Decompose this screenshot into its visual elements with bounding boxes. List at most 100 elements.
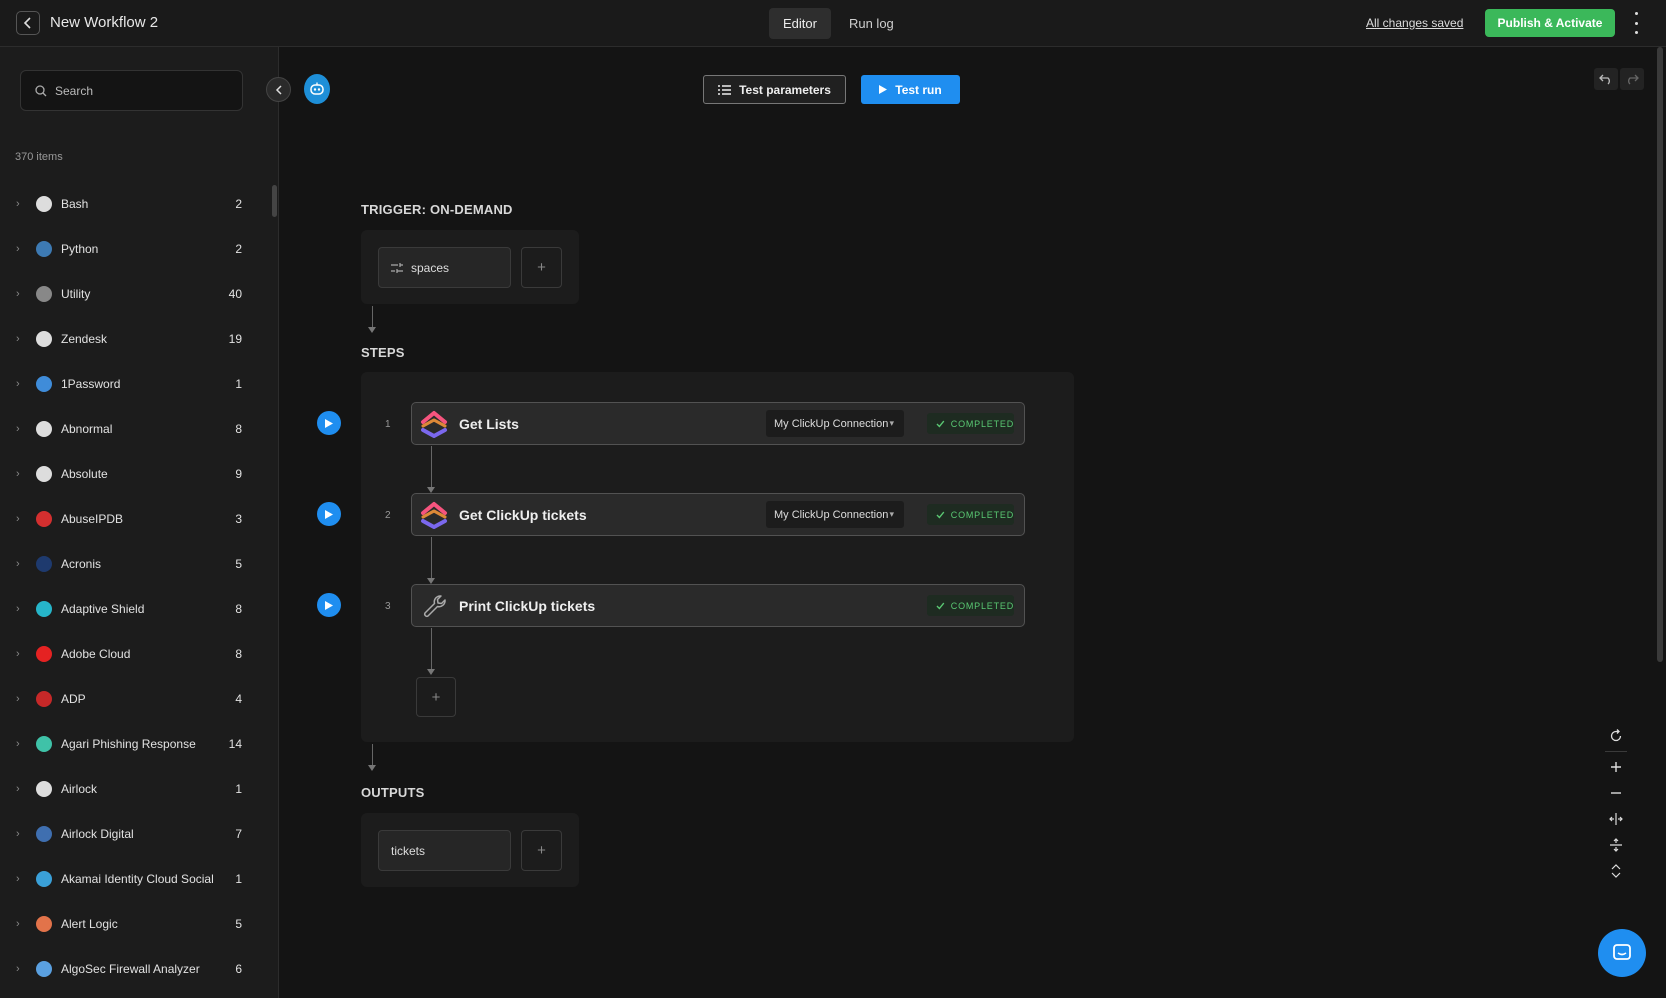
step-name: Get ClickUp tickets (459, 507, 587, 523)
sidebar-item-count: 8 (235, 601, 242, 616)
trigger-parameter-chip[interactable]: spaces (378, 247, 511, 288)
run-step-1-button[interactable] (317, 411, 341, 435)
sidebar-item[interactable]: › Absolute 9 (0, 451, 270, 496)
collapse-sidebar-button[interactable] (266, 77, 291, 102)
chevron-right-icon[interactable]: › (16, 828, 20, 840)
chevron-right-icon[interactable]: › (16, 603, 20, 615)
sidebar-item[interactable]: › Alert Logic 5 (0, 901, 270, 946)
publish-activate-button[interactable]: Publish & Activate (1485, 9, 1615, 37)
step-number: 1 (385, 419, 391, 430)
connector-arrow-icon (368, 765, 376, 771)
sidebar-item[interactable]: › Adaptive Shield 8 (0, 586, 270, 631)
chevron-right-icon[interactable]: › (16, 198, 20, 210)
chevron-right-icon[interactable]: › (16, 288, 20, 300)
zoom-out-icon[interactable] (1603, 780, 1628, 806)
item-count: 370 items (15, 151, 63, 163)
output-parameter-chip[interactable]: tickets (378, 830, 511, 871)
sidebar-item-label: 1Password (61, 376, 121, 391)
chevron-right-icon[interactable]: › (16, 378, 20, 390)
play-icon (325, 418, 333, 428)
chat-support-button[interactable] (1598, 929, 1646, 977)
chevron-right-icon[interactable]: › (16, 513, 20, 525)
tab-run-log[interactable]: Run log (835, 8, 908, 39)
workflow-title[interactable]: New Workflow 2 (50, 14, 158, 31)
connection-dropdown[interactable]: My ClickUp Connection ▾ (766, 501, 904, 528)
chevron-right-icon[interactable]: › (16, 243, 20, 255)
sidebar-item[interactable]: › Airlock Digital 7 (0, 811, 270, 856)
outputs-panel: tickets + (361, 813, 579, 887)
sidebar-item-label: Airlock Digital (61, 826, 134, 841)
chevron-right-icon[interactable]: › (16, 333, 20, 345)
chevron-right-icon[interactable]: › (16, 423, 20, 435)
fit-width-icon[interactable] (1603, 806, 1628, 832)
step-name: Print ClickUp tickets (459, 598, 596, 614)
sidebar-item[interactable]: › 1Password 1 (0, 361, 270, 406)
ai-assistant-button[interactable] (304, 74, 330, 104)
save-status-link[interactable]: All changes saved (1366, 16, 1463, 30)
sidebar-item[interactable]: › AbuseIPDB 3 (0, 496, 270, 541)
sidebar-scrollbar[interactable] (272, 185, 277, 217)
sidebar-item[interactable]: › Agari Phishing Response 14 (0, 721, 270, 766)
chevron-right-icon[interactable]: › (16, 918, 20, 930)
clickup-icon (421, 502, 447, 529)
sidebar-item-count: 8 (235, 421, 242, 436)
chevron-right-icon[interactable]: › (16, 738, 20, 750)
sidebar-item[interactable]: › ADP 4 (0, 676, 270, 721)
step-number: 3 (385, 601, 391, 612)
sidebar-item-label: Bash (61, 196, 89, 211)
expand-collapse-icon[interactable] (1603, 858, 1628, 884)
integrations-sidebar: 370 items › Bash 2 › Python 2 › Utility 40 › Zende… (0, 47, 279, 998)
sidebar-item-label: Acronis (61, 556, 102, 571)
sidebar-item[interactable]: › Bash 2 (0, 181, 270, 226)
reset-view-icon[interactable] (1603, 723, 1628, 749)
step-card-print-clickup-tickets[interactable]: Print ClickUp tickets COMPLETED (411, 584, 1025, 627)
undo-icon[interactable] (1594, 68, 1618, 90)
sidebar-item-label: Abnormal (61, 421, 113, 436)
chevron-right-icon[interactable]: › (16, 558, 20, 570)
sidebar-item[interactable]: › Adobe Cloud 8 (0, 631, 270, 676)
connection-dropdown[interactable]: My ClickUp Connection ▾ (766, 410, 904, 437)
run-step-3-button[interactable] (317, 593, 341, 617)
sidebar-item[interactable]: › Akamai Identity Cloud Social 1 (0, 856, 270, 901)
sidebar-item[interactable]: › Airlock 1 (0, 766, 270, 811)
more-options-icon[interactable] (1630, 12, 1642, 34)
chevron-right-icon[interactable]: › (16, 783, 20, 795)
check-icon (936, 420, 945, 427)
chevron-right-icon[interactable]: › (16, 873, 20, 885)
back-button[interactable] (16, 11, 40, 35)
redo-icon[interactable] (1620, 68, 1644, 90)
sidebar-item[interactable]: › Zendesk 19 (0, 316, 270, 361)
fit-height-icon[interactable] (1603, 832, 1628, 858)
run-step-2-button[interactable] (317, 502, 341, 526)
integration-logo-icon (36, 420, 52, 437)
chevron-right-icon[interactable]: › (16, 963, 20, 975)
test-run-button[interactable]: Test run (861, 75, 960, 104)
chevron-right-icon[interactable]: › (16, 648, 20, 660)
sidebar-item-label: AbuseIPDB (61, 511, 124, 526)
integration-logo-icon (36, 960, 52, 977)
canvas-scrollbar[interactable] (1657, 47, 1663, 662)
sidebar-item-count: 2 (235, 196, 242, 211)
chevron-right-icon[interactable]: › (16, 468, 20, 480)
sidebar-item[interactable]: › Abnormal 8 (0, 406, 270, 451)
add-step-button[interactable]: + (416, 677, 456, 717)
zoom-in-icon[interactable] (1603, 754, 1628, 780)
sidebar-item-count: 7 (235, 826, 242, 841)
step-card-get-lists[interactable]: Get Lists My ClickUp Connection ▾ COMPLET… (411, 402, 1025, 445)
parameter-icon (391, 262, 403, 273)
add-trigger-parameter-button[interactable]: + (521, 247, 562, 288)
integration-logo-icon (36, 915, 52, 932)
step-card-get-clickup-tickets[interactable]: Get ClickUp tickets My ClickUp Connectio… (411, 493, 1025, 536)
integration-logo-icon (36, 330, 52, 347)
search-input[interactable] (55, 83, 225, 98)
test-parameters-button[interactable]: Test parameters (703, 75, 846, 104)
add-output-button[interactable]: + (521, 830, 562, 871)
sidebar-item[interactable]: › Acronis 5 (0, 541, 270, 586)
sidebar-item[interactable]: › Python 2 (0, 226, 270, 271)
divider (1604, 751, 1627, 752)
integration-logo-icon (36, 510, 52, 527)
sidebar-item[interactable]: › AlgoSec Firewall Analyzer 6 (0, 946, 270, 991)
chevron-right-icon[interactable]: › (16, 693, 20, 705)
tab-editor[interactable]: Editor (769, 8, 831, 39)
sidebar-item[interactable]: › Utility 40 (0, 271, 270, 316)
